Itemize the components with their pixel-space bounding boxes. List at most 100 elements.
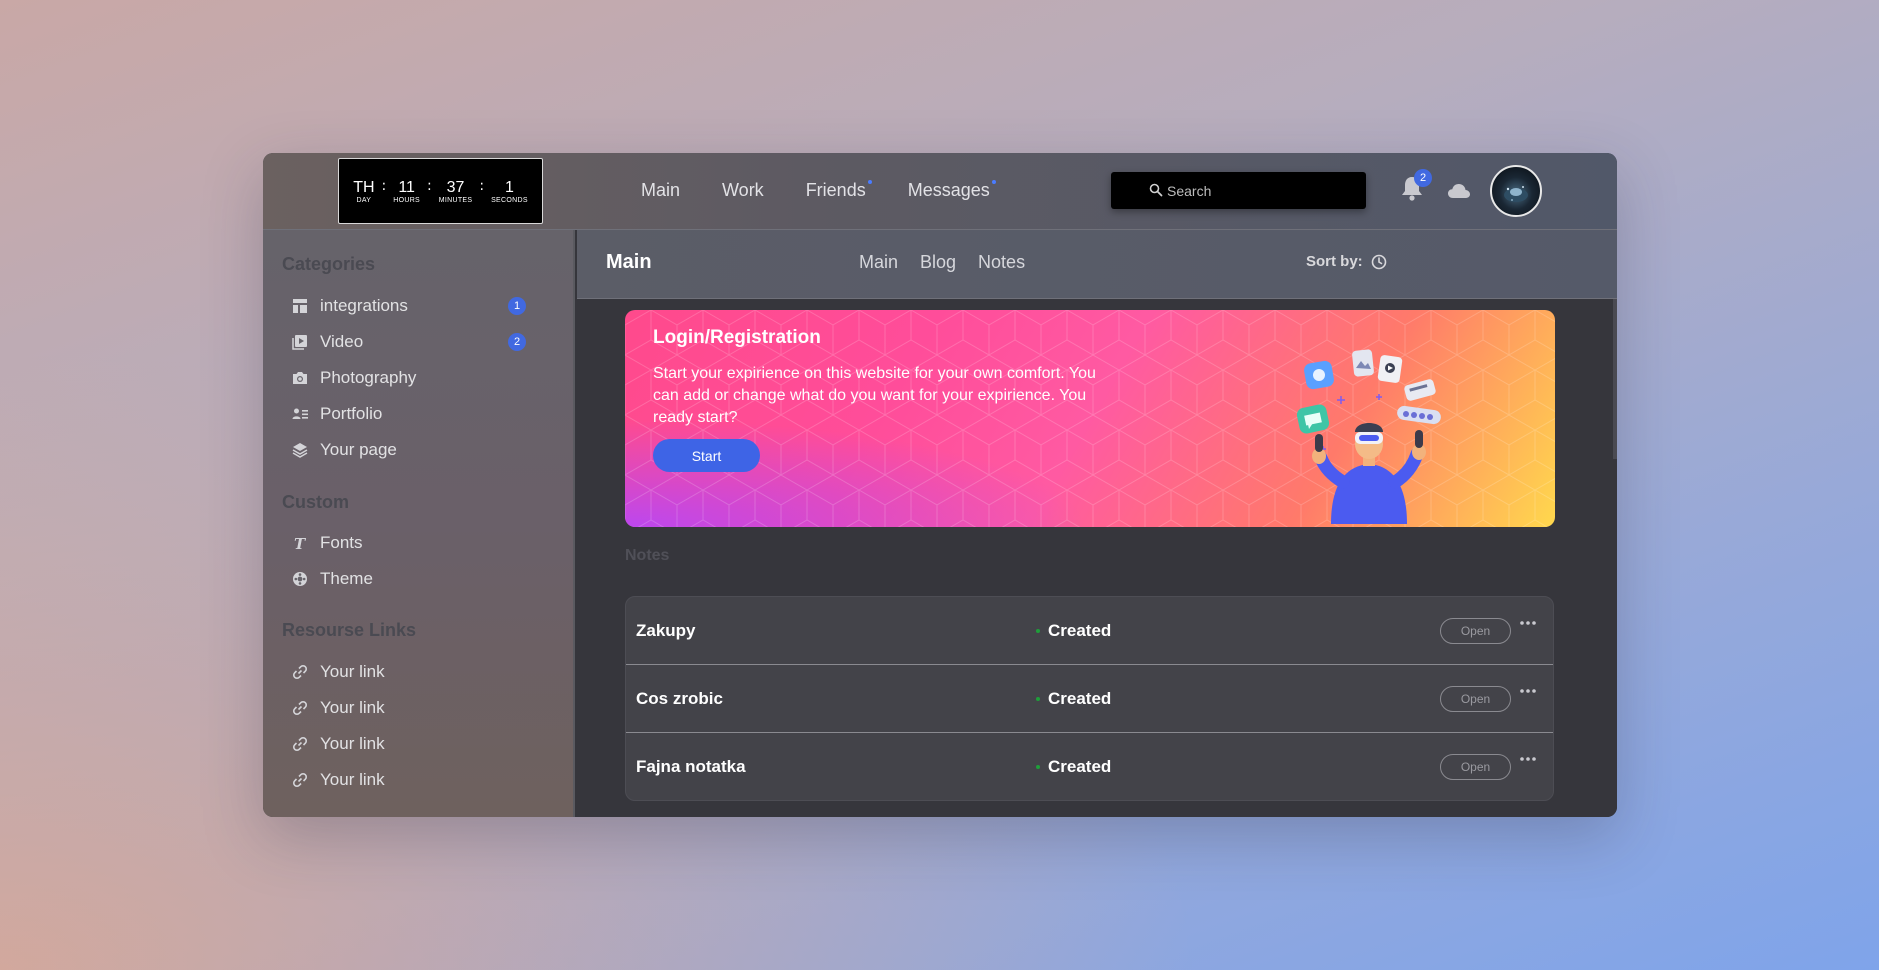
sidebar-item-label: Photography bbox=[320, 368, 417, 387]
nav-item-main[interactable]: Main bbox=[641, 180, 680, 201]
sort-label: Sort by: bbox=[1306, 253, 1363, 270]
notes-heading: Notes bbox=[625, 547, 670, 564]
status-text: Created bbox=[1048, 620, 1112, 640]
page-title: Main bbox=[606, 251, 652, 273]
font-icon: T bbox=[291, 534, 309, 552]
open-button[interactable]: Open bbox=[1440, 754, 1511, 780]
sidebar-heading-categories: Categories bbox=[282, 254, 376, 274]
sidebar-item-video[interactable]: Video 2 bbox=[291, 329, 526, 355]
top-header: TH DAY : 11 HOURS : 37 MINUTES : 1 SECON… bbox=[263, 153, 1617, 230]
palette-icon bbox=[291, 570, 309, 588]
clock-widget: TH DAY : 11 HOURS : 37 MINUTES : 1 SECON… bbox=[338, 158, 543, 224]
sidebar-heading-custom: Custom bbox=[282, 492, 349, 512]
camera-icon bbox=[291, 369, 309, 387]
count-badge: 2 bbox=[508, 333, 526, 351]
sidebar-item-fonts[interactable]: T Fonts bbox=[291, 530, 526, 556]
tab-notes[interactable]: Notes bbox=[978, 252, 1025, 273]
clock-icon bbox=[1371, 254, 1386, 269]
nav-item-label: Work bbox=[722, 180, 764, 200]
status-text: Created bbox=[1048, 757, 1112, 776]
sidebar-item-label: Video bbox=[320, 332, 364, 351]
note-status: Created bbox=[1036, 757, 1111, 777]
sidebar-item-label: Portfolio bbox=[320, 404, 383, 423]
sub-nav: Main Blog Notes bbox=[859, 252, 1025, 273]
nav-item-label: Friends bbox=[805, 180, 866, 200]
clock-hours: 11 HOURS bbox=[393, 179, 420, 204]
tab-main[interactable]: Main bbox=[859, 252, 898, 273]
link-icon bbox=[291, 663, 309, 681]
sidebar-item-integrations[interactable]: integrations 1 bbox=[291, 293, 526, 319]
video-library-icon bbox=[291, 333, 309, 351]
scrollbar[interactable] bbox=[1613, 299, 1617, 459]
sidebar-item-label: Your link bbox=[320, 734, 385, 753]
notification-badge: 2 bbox=[1414, 169, 1432, 187]
cloud-icon[interactable] bbox=[1447, 182, 1471, 199]
sub-header: Main Main Blog Notes Sort by: bbox=[577, 230, 1617, 299]
svg-text:T: T bbox=[294, 535, 307, 551]
open-button[interactable]: Open bbox=[1440, 685, 1511, 712]
note-title: Fajna notatka bbox=[636, 757, 746, 776]
more-options-icon[interactable] bbox=[1519, 619, 1537, 627]
clock-seconds: 1 SECONDS bbox=[491, 179, 528, 204]
clock-seconds-label: SECONDS bbox=[491, 196, 528, 204]
start-button[interactable]: Start bbox=[653, 439, 760, 472]
sidebar-item-label: Theme bbox=[320, 569, 373, 588]
nav-item-work[interactable]: Work bbox=[722, 180, 764, 201]
search-bar bbox=[1111, 172, 1366, 209]
main-nav: Main Work Friends Messages bbox=[641, 180, 1032, 201]
sort-control[interactable]: Sort by: bbox=[1306, 253, 1387, 270]
sidebar: Categories integrations 1 Video 2 Photog… bbox=[263, 230, 575, 817]
sidebar-item-label: Your page bbox=[320, 440, 397, 459]
sidebar-item-label: Your link bbox=[320, 662, 385, 681]
status-dot bbox=[1036, 628, 1040, 633]
sidebar-item-photography[interactable]: Photography bbox=[291, 365, 526, 391]
note-row[interactable]: Zakupy Created Open bbox=[626, 597, 1553, 665]
sidebar-item-link[interactable]: Your link bbox=[291, 695, 526, 721]
link-icon bbox=[291, 735, 309, 753]
clock-separator: : bbox=[381, 178, 387, 194]
sidebar-item-link[interactable]: Your link bbox=[291, 767, 526, 793]
note-title: Cos zrobic bbox=[636, 688, 723, 708]
sidebar-item-link[interactable]: Your link bbox=[291, 659, 526, 685]
nav-item-label: Messages bbox=[907, 180, 990, 200]
app-window: TH DAY : 11 HOURS : 37 MINUTES : 1 SECON… bbox=[263, 153, 1617, 817]
sidebar-item-portfolio[interactable]: Portfolio bbox=[291, 401, 526, 427]
sidebar-item-link[interactable]: Your link bbox=[291, 731, 526, 757]
nav-item-messages[interactable]: Messages bbox=[907, 180, 996, 201]
note-status: Created bbox=[1036, 689, 1111, 709]
main-content: Main Main Blog Notes Sort by: Login/Regi… bbox=[577, 230, 1617, 817]
open-button[interactable]: Open bbox=[1440, 617, 1511, 644]
search-icon bbox=[1149, 183, 1163, 197]
more-options-icon[interactable] bbox=[1519, 687, 1537, 695]
note-row[interactable]: Fajna notatka Created Open bbox=[626, 733, 1553, 800]
clock-hours-label: HOURS bbox=[393, 196, 421, 204]
sidebar-item-theme[interactable]: Theme bbox=[291, 566, 526, 592]
nav-item-friends[interactable]: Friends bbox=[805, 180, 872, 201]
clock-minutes: 37 MINUTES bbox=[439, 179, 473, 204]
clock-hours-value: 11 bbox=[398, 178, 415, 196]
banner-text: Start your expirience on this website fo… bbox=[653, 365, 1096, 426]
sidebar-item-your-page[interactable]: Your page bbox=[291, 437, 526, 463]
note-row[interactable]: Cos zrobic Created Open bbox=[626, 665, 1553, 733]
sidebar-item-label: Your link bbox=[320, 770, 385, 789]
sidebar-heading-resource-links: Resourse Links bbox=[282, 620, 417, 640]
clock-day-value: TH bbox=[353, 178, 375, 196]
tab-blog[interactable]: Blog bbox=[920, 252, 956, 273]
avatar-image bbox=[1504, 186, 1528, 202]
clock-separator: : bbox=[479, 178, 485, 194]
link-icon bbox=[291, 771, 309, 789]
status-dot bbox=[1036, 765, 1040, 769]
dashboard-icon bbox=[291, 297, 309, 315]
status-text: Created bbox=[1048, 688, 1112, 708]
search-input[interactable] bbox=[1149, 182, 1339, 199]
clock-separator: : bbox=[427, 178, 432, 194]
banner-title: Login/Registration bbox=[653, 327, 821, 348]
juggling-person-illustration bbox=[1296, 349, 1441, 524]
more-options-icon[interactable] bbox=[1519, 755, 1537, 763]
contact-list-icon bbox=[291, 405, 309, 423]
count-badge: 1 bbox=[508, 297, 526, 315]
avatar[interactable] bbox=[1490, 165, 1542, 217]
login-banner: Login/Registration Start your expirience… bbox=[625, 310, 1555, 527]
sidebar-item-label: integrations bbox=[320, 296, 408, 315]
clock-day: TH DAY bbox=[353, 179, 374, 204]
